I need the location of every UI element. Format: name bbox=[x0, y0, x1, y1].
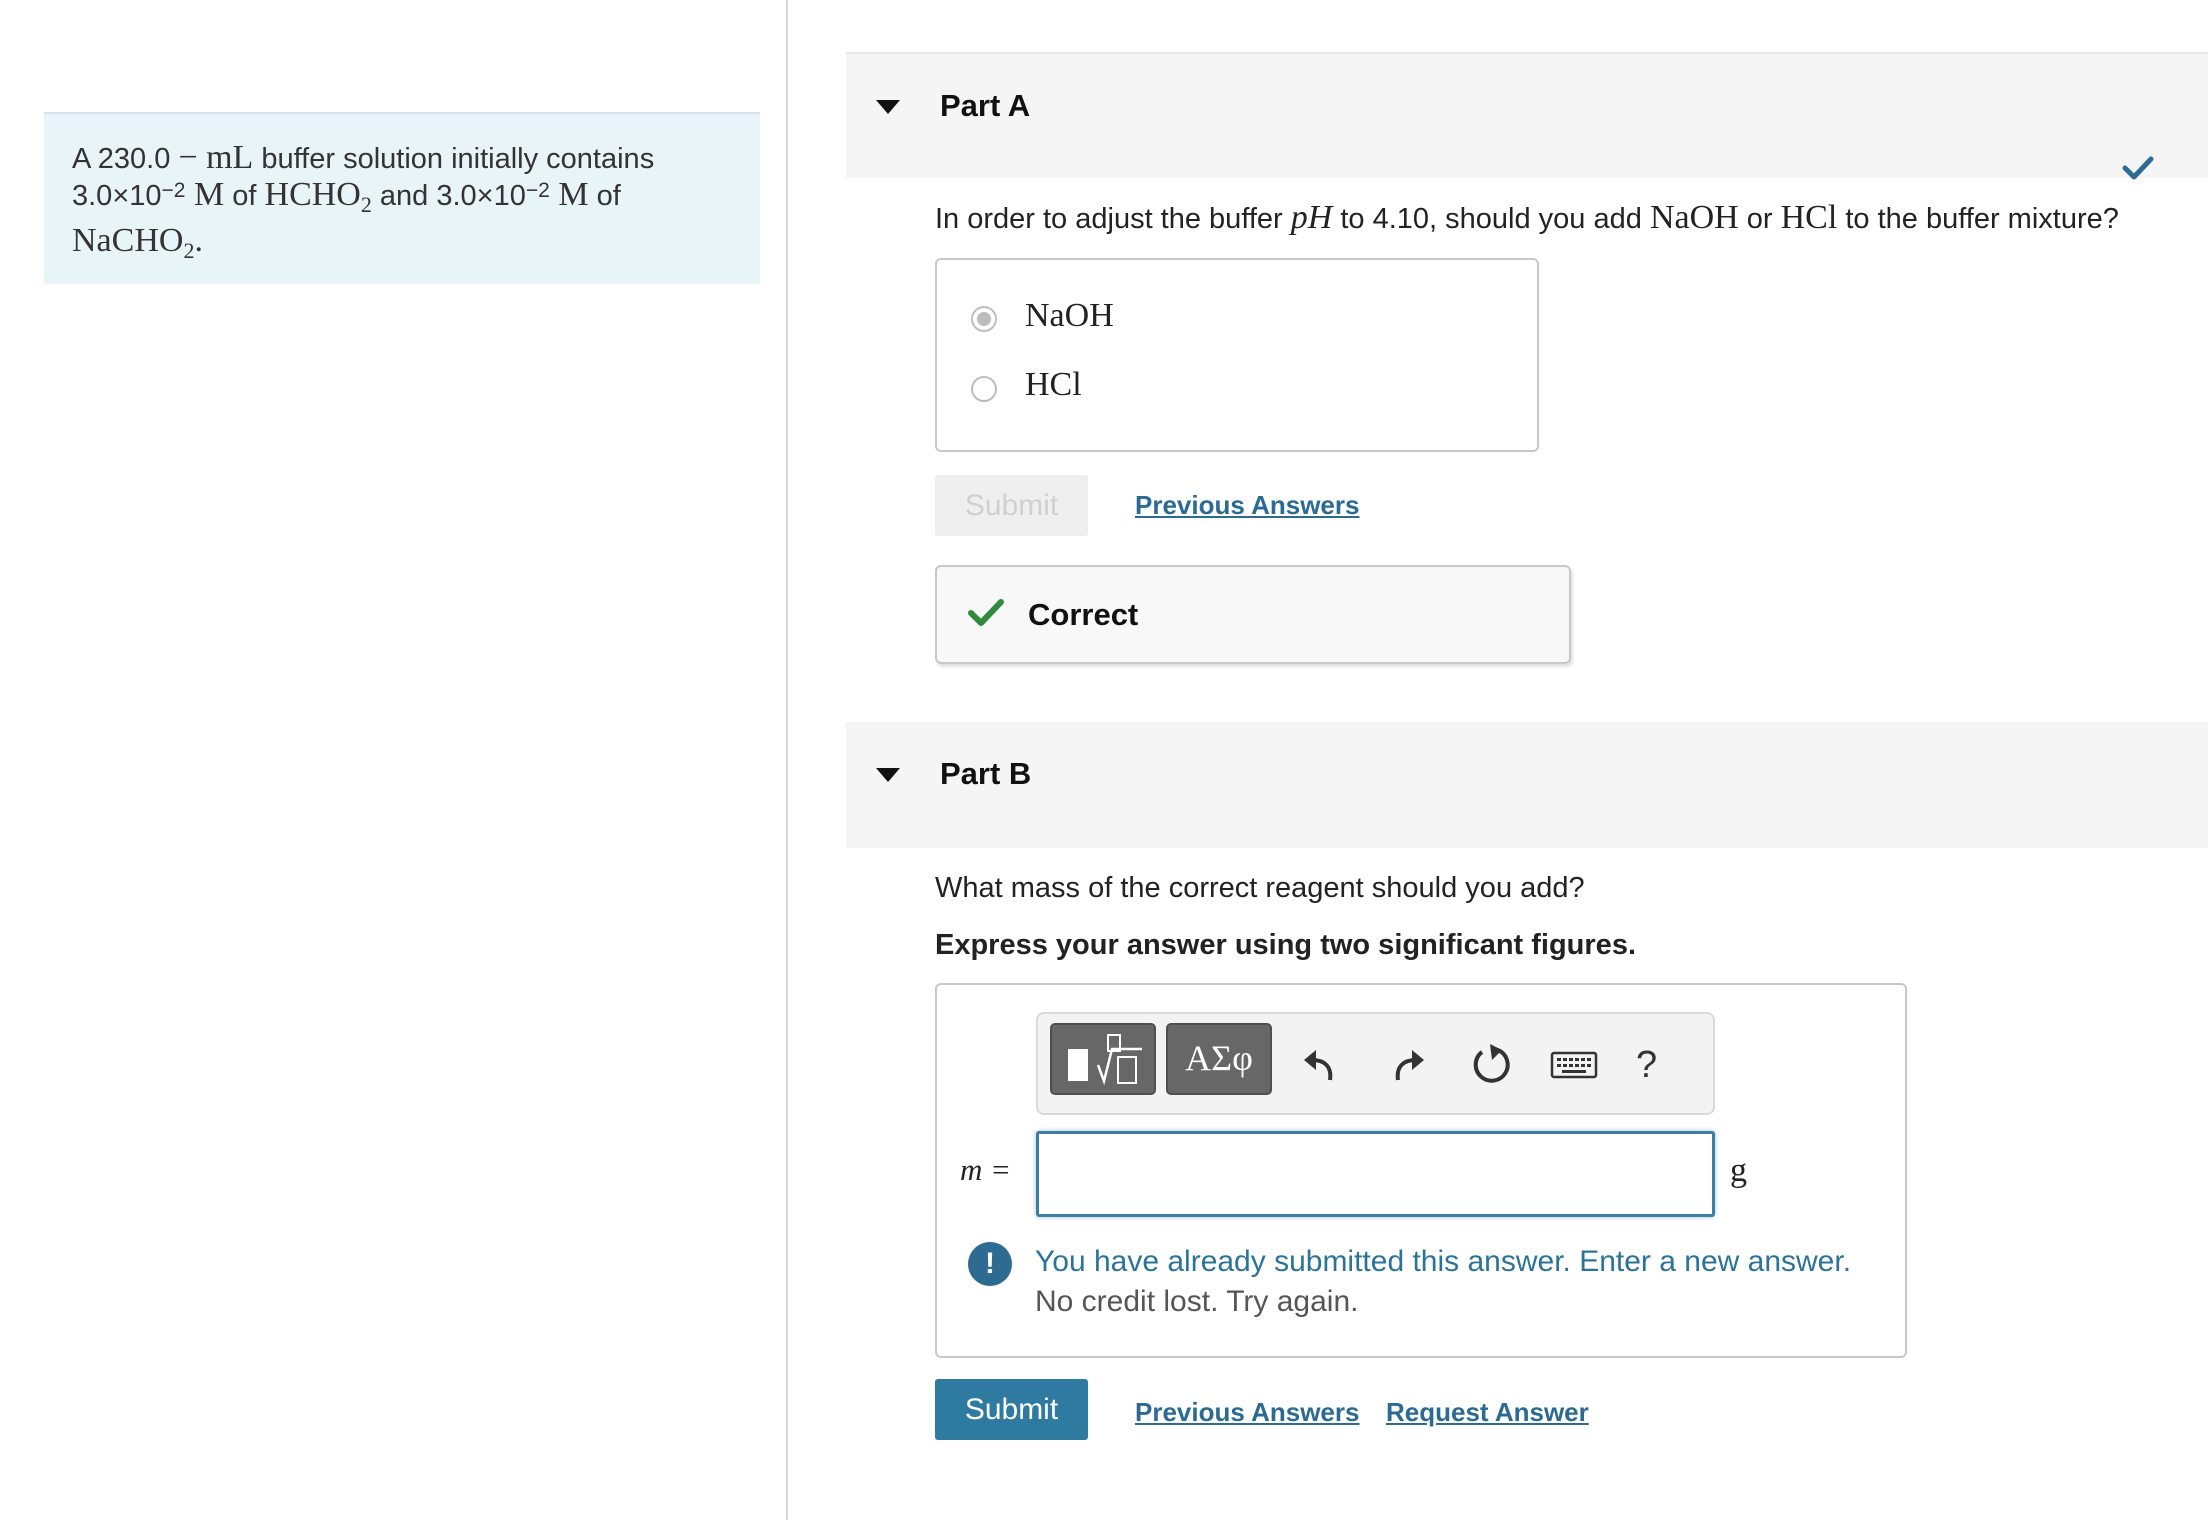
of-text-2: of bbox=[588, 180, 621, 212]
redo-icon[interactable] bbox=[1384, 1042, 1428, 1086]
choice-label-naoh[interactable]: NaOH bbox=[1025, 297, 1114, 335]
unit-ml: − mL bbox=[178, 139, 254, 176]
or-text: or bbox=[1738, 203, 1781, 235]
templates-icon bbox=[1068, 1034, 1142, 1086]
problem-text-1: buffer solution initially contains bbox=[253, 143, 655, 175]
unit-label: g bbox=[1730, 1152, 1747, 1189]
acid-formula: HCHO bbox=[264, 176, 361, 213]
completed-check-icon bbox=[2122, 156, 2154, 180]
feedback-text: Correct bbox=[1028, 597, 1139, 632]
part-b-header[interactable]: Part B bbox=[846, 722, 2208, 848]
undo-icon[interactable] bbox=[1300, 1042, 1344, 1086]
acid-subscript: 2 bbox=[360, 191, 372, 217]
collapse-caret-icon[interactable] bbox=[876, 100, 900, 114]
hcl-formula: HCl bbox=[1780, 199, 1838, 236]
answer-input[interactable] bbox=[1036, 1131, 1715, 1217]
salt-subscript: 2 bbox=[183, 237, 195, 263]
part-a-submit-button[interactable]: Submit bbox=[935, 475, 1088, 536]
keyboard-icon[interactable] bbox=[1550, 1050, 1598, 1080]
period: . bbox=[194, 221, 203, 259]
correct-feedback: Correct bbox=[935, 565, 1571, 664]
warning-icon: ! bbox=[968, 1242, 1012, 1286]
math-toolbar: ΑΣφ ? bbox=[1036, 1012, 1715, 1115]
problem-prefix: A 230.0 bbox=[72, 143, 171, 175]
question-text-start: In order to adjust the buffer bbox=[935, 203, 1291, 235]
concentration-1: 3.0×10 bbox=[72, 180, 162, 212]
part-a-question: In order to adjust the buffer pH to 4.10… bbox=[935, 199, 2119, 237]
warning-message: You have already submitted this answer. … bbox=[1035, 1245, 1852, 1278]
and-concentration-2: and 3.0×10 bbox=[371, 180, 526, 212]
part-b-title: Part B bbox=[940, 756, 1032, 791]
salt-formula: NaCHO bbox=[72, 221, 184, 259]
part-a-title: Part A bbox=[940, 88, 1031, 123]
naoh-formula: NaOH bbox=[1649, 199, 1739, 236]
part-b-instruction: Express your answer using two significan… bbox=[935, 929, 1636, 961]
column-divider bbox=[786, 0, 788, 1520]
part-b-submit-button[interactable]: Submit bbox=[935, 1379, 1088, 1440]
part-a-previous-answers-link[interactable]: Previous Answers bbox=[1135, 490, 1359, 521]
ph-symbol: pH bbox=[1290, 199, 1333, 236]
choice-group: NaOH HCl bbox=[935, 258, 1539, 452]
reset-icon[interactable] bbox=[1468, 1040, 1514, 1088]
of-text-1: of bbox=[224, 180, 265, 212]
choice-label-hcl[interactable]: HCl bbox=[1025, 366, 1082, 404]
problem-statement: A 230.0 − mL buffer solution initially c… bbox=[44, 112, 760, 284]
collapse-caret-icon[interactable] bbox=[876, 768, 900, 782]
unit-molar-1: M bbox=[185, 176, 225, 213]
variable-label: m = bbox=[960, 1152, 1012, 1187]
radio-naoh[interactable] bbox=[971, 306, 997, 332]
part-b-question: What mass of the correct reagent should … bbox=[935, 872, 1585, 904]
correct-check-icon bbox=[968, 599, 1004, 626]
greek-symbols-button[interactable]: ΑΣφ bbox=[1166, 1023, 1272, 1095]
exponent-2: −2 bbox=[525, 179, 550, 202]
question-text-mid: to 4.10, should you add bbox=[1332, 203, 1650, 235]
part-b-previous-answers-link[interactable]: Previous Answers bbox=[1135, 1397, 1359, 1428]
unit-molar-2: M bbox=[549, 176, 589, 213]
help-button[interactable]: ? bbox=[1636, 1044, 1657, 1087]
part-a-header[interactable]: Part A bbox=[846, 52, 2208, 180]
templates-button[interactable] bbox=[1050, 1023, 1156, 1095]
radio-hcl[interactable] bbox=[971, 376, 997, 402]
request-answer-link[interactable]: Request Answer bbox=[1386, 1397, 1589, 1428]
answer-area: ΑΣφ ? m = g ! You have already submitted… bbox=[935, 983, 1907, 1358]
exponent-1: −2 bbox=[161, 179, 186, 202]
warning-submessage: No credit lost. Try again. bbox=[1035, 1285, 1359, 1318]
question-text-end: to the buffer mixture? bbox=[1837, 203, 2119, 235]
